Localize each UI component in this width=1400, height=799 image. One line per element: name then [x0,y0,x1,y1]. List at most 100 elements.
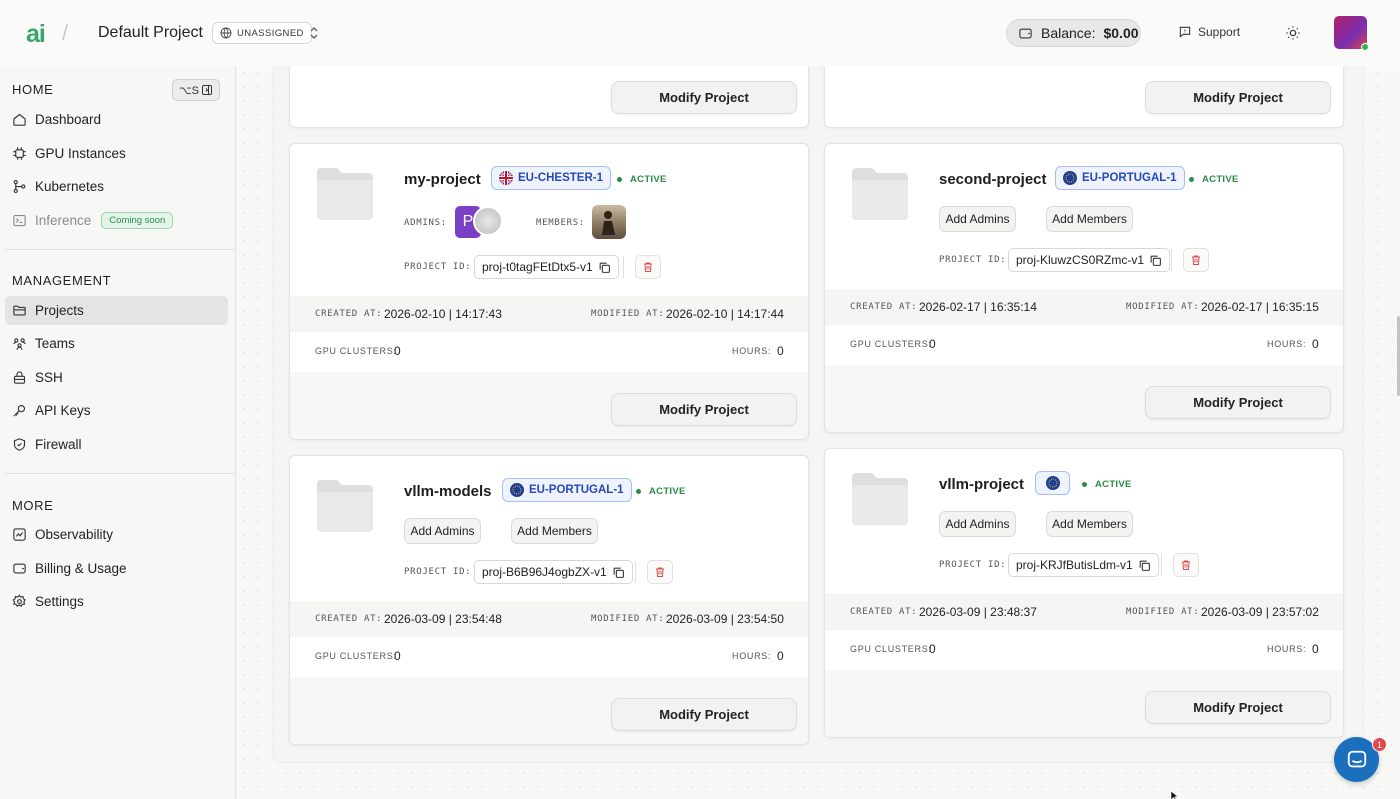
sidebar-item-firewall[interactable]: Firewall [5,430,228,459]
created-at-label: CREATED AT: [850,607,918,617]
modified-at-value: 2026-03-09 | 23:57:02 [1201,605,1319,619]
copy-icon[interactable] [1149,254,1162,267]
sidebar-item-billing[interactable]: Billing & Usage [5,554,228,583]
project-id-label: PROJECT ID: [404,567,472,577]
delete-button[interactable] [635,255,661,279]
uk-flag-icon [499,171,513,185]
project-name: vllm-project [939,476,1025,493]
copy-icon[interactable] [1138,559,1151,572]
breadcrumb-separator: / [62,20,69,45]
created-at-label: CREATED AT: [315,309,383,319]
hours-label: HOURS: [732,346,772,356]
project-card: second-project EU-PORTUGAL-1 ACTIVE Add … [824,143,1344,433]
admin-initial: P [462,213,474,230]
sidebar-item-label: Firewall [35,437,82,452]
status-badge: ACTIVE [636,486,686,497]
gpu-clusters-label: GPU CLUSTERS: [850,644,932,654]
sidebar-item-kubernetes[interactable]: Kubernetes [5,172,228,201]
region-label: EU-PORTUGAL-1 [1082,172,1177,184]
modify-project-button[interactable]: Modify Project [1145,691,1331,724]
folder-icon [317,480,373,532]
members-label: MEMBERS: [536,218,585,228]
trash-icon [656,567,664,577]
admin-avatar[interactable] [473,206,503,236]
project-id-chip[interactable]: proj-KRJfButisLdm-v1 [1008,553,1159,577]
sidebar-item-projects[interactable]: Projects [5,296,228,325]
delete-button[interactable] [1173,553,1199,577]
home-section-label: HOME [12,82,54,97]
copy-icon[interactable] [612,566,625,579]
hours-label: HOURS: [732,651,772,661]
status-text: ACTIVE [1095,479,1132,490]
sun-icon[interactable] [1285,25,1301,41]
add-admins-button[interactable]: Add Admins [939,511,1016,537]
modify-project-button[interactable]: Modify Project [611,81,797,114]
region-selector[interactable]: UNASSIGNED [212,22,312,44]
app-logo[interactable]: ai [26,20,46,49]
users-icon [13,338,26,350]
region-badge: EU-PORTUGAL-1 [1055,166,1185,190]
main-content[interactable]: Modify Project Modify Project my-project… [237,66,1400,799]
mouse-cursor-icon [1170,791,1179,799]
divider [623,256,624,278]
add-members-button[interactable]: Add Members [1046,206,1133,232]
sidebar-toggle-shortcut[interactable]: ⌥S [172,79,220,101]
project-id-chip[interactable]: proj-B6B96J4ogbZX-v1 [474,560,633,584]
gpu-clusters-label: GPU CLUSTERS: [850,339,932,349]
balance-pill[interactable]: Balance: $0.00 [1006,19,1141,47]
sidebar: HOME ⌥S Dashboard GPU Instances Kubernet… [0,66,236,799]
project-card-partial: Modify Project [824,66,1344,128]
region-badge: EU-CHESTER-1 [491,166,611,190]
trash-icon [1192,255,1200,265]
project-id-value: proj-t0tagFEtDtx5-v1 [482,260,593,274]
sidebar-collapse-icon [202,85,212,95]
chevron-updown-icon[interactable] [307,24,321,42]
status-badge: ACTIVE [1189,174,1239,185]
sidebar-item-dashboard[interactable]: Dashboard [5,105,228,134]
folder-icon [852,473,908,525]
project-id-chip[interactable]: proj-KluwzCS0RZmc-v1 [1008,248,1171,272]
divider [1161,554,1162,576]
key-icon [13,404,26,417]
add-admins-button[interactable]: Add Admins [939,206,1016,232]
sidebar-item-label: Teams [35,336,75,351]
support-link[interactable]: Support [1178,25,1240,39]
hours-label: HOURS: [1267,339,1307,349]
modify-project-button[interactable]: Modify Project [1145,386,1331,419]
current-project-name[interactable]: Default Project [98,24,203,42]
sidebar-item-ssh[interactable]: SSH [5,363,228,392]
delete-button[interactable] [1183,248,1209,272]
project-id-label: PROJECT ID: [939,255,1007,265]
delete-button[interactable] [647,560,673,584]
project-id-chip[interactable]: proj-t0tagFEtDtx5-v1 [474,255,619,279]
hours-value: 0 [1312,337,1319,351]
project-name: vllm-models [404,483,492,500]
project-card-partial: Modify Project [289,66,809,128]
add-members-button[interactable]: Add Members [511,518,598,544]
divider [1171,249,1172,271]
modified-at-label: MODIFIED AT: [591,614,665,624]
divider [635,561,636,583]
created-at-value: 2026-03-09 | 23:54:48 [384,612,502,626]
sidebar-item-observability[interactable]: Observability [5,520,228,549]
modify-project-button[interactable]: Modify Project [611,393,797,426]
sidebar-item-teams[interactable]: Teams [5,329,228,358]
add-members-button[interactable]: Add Members [1046,511,1133,537]
sidebar-item-settings[interactable]: Settings [5,587,228,616]
modify-project-button[interactable]: Modify Project [1145,81,1331,114]
created-at-label: CREATED AT: [850,302,918,312]
support-label: Support [1198,25,1241,39]
project-card: vllm-project ACTIVE Add Admins Add Membe… [824,448,1344,738]
sidebar-item-gpu-instances[interactable]: GPU Instances [5,139,228,168]
sidebar-item-api-keys[interactable]: API Keys [5,396,228,425]
project-id-value: proj-B6B96J4ogbZX-v1 [482,565,607,579]
eu-flag-icon [1045,476,1060,490]
modified-at-value: 2026-03-09 | 23:54:50 [666,612,784,626]
member-avatar[interactable] [592,205,626,239]
add-admins-button[interactable]: Add Admins [404,518,481,544]
folder-icon [852,168,908,220]
sidebar-item-label: Inference [35,213,92,228]
copy-icon[interactable] [598,261,611,274]
project-id-value: proj-KRJfButisLdm-v1 [1016,558,1133,572]
modify-project-button[interactable]: Modify Project [611,698,797,731]
